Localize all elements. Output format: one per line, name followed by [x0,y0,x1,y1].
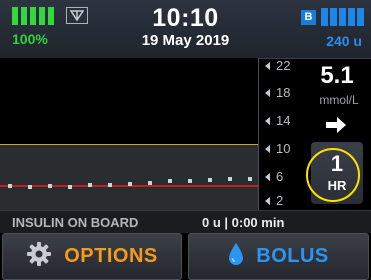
reservoir-units: 240 u [326,33,362,49]
insulin-on-board-row: INSULIN ON BOARD 0 u | 0:00 min [0,210,371,233]
cgm-point [128,182,132,186]
y-tick: 22 [265,58,290,73]
sensor-graph [0,58,258,211]
insulin-on-board-label: INSULIN ON BOARD [12,215,139,230]
cgm-point [228,177,232,181]
cgm-point [208,178,212,182]
status-bar: 100% 10:10 19 May 2019 B 240 u [0,0,371,59]
y-tick: 6 [265,169,283,184]
y-tick: 10 [265,141,290,156]
options-button[interactable]: OPTIONS [2,233,182,280]
cgm-point [88,183,92,187]
bolus-button[interactable]: BOLUS [188,233,369,280]
cgm-point [108,183,112,187]
cgm-point [248,177,252,181]
cgm-point [68,185,72,189]
gear-icon [26,241,52,273]
cgm-point [148,181,152,185]
time-range-unit: HR [327,178,347,193]
insulin-on-board-value: 0 u | 0:00 min [202,215,285,230]
arrow-right-icon [326,117,346,138]
sensor-glucose-unit: mmol/L [319,93,359,107]
y-tick: 2 [265,193,283,208]
sensor-glucose-value: 5.1 [320,62,354,89]
drop-icon [228,242,244,272]
cgm-point [168,179,172,183]
cgm-point [48,184,52,188]
reservoir-icon [321,8,364,26]
cgm-point [188,179,192,183]
target-range-band [0,144,258,211]
options-label: OPTIONS [64,245,158,267]
time-range-number: 1 [330,151,344,176]
y-tick: 18 [265,85,290,100]
bluetooth-icon: B [301,10,316,25]
graph-y-axis: 22 18 14 10 6 2 [258,58,305,210]
cgm-point [28,185,32,189]
bolus-label: BOLUS [256,245,329,267]
cgm-point [8,184,12,188]
y-tick: 14 [265,113,290,128]
